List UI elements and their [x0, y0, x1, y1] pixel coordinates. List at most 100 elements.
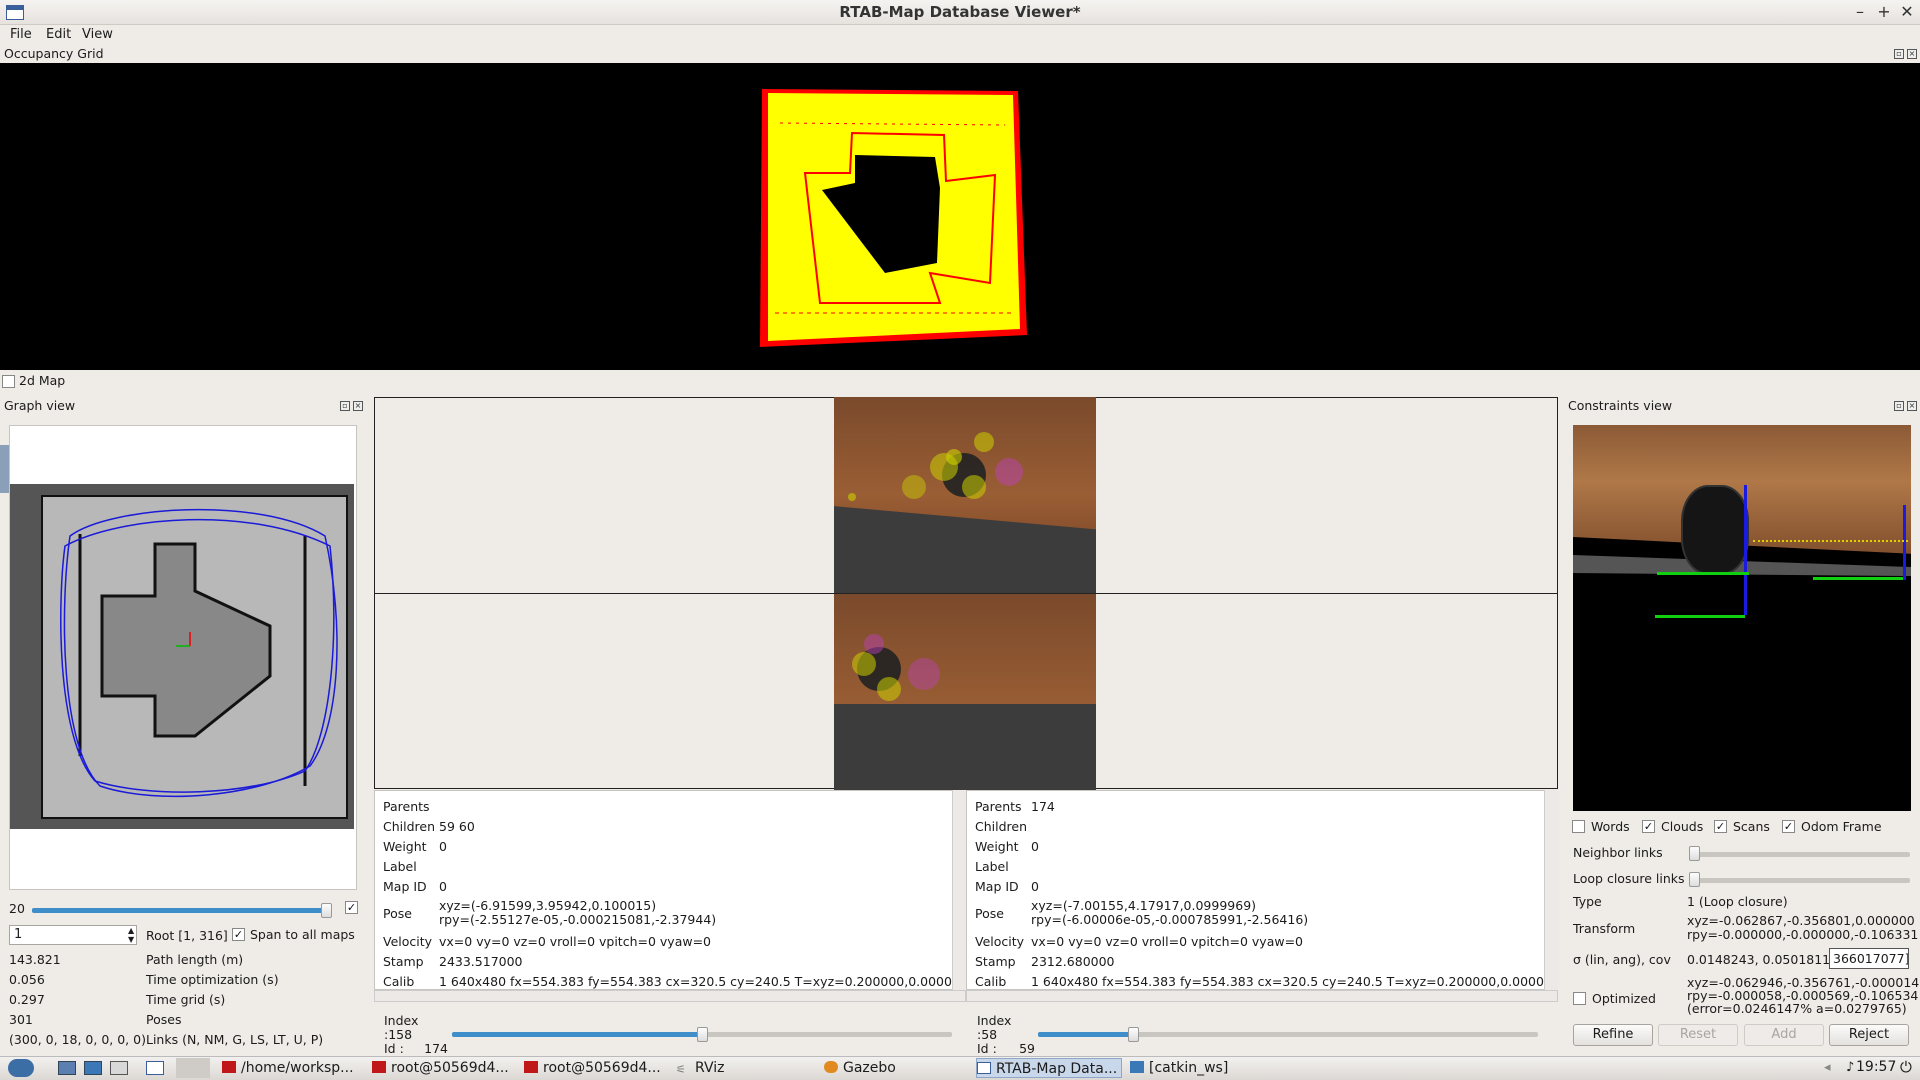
left-info-hscrollbar[interactable] [374, 990, 966, 1002]
graph-view-canvas[interactable] [9, 425, 357, 890]
words-checkbox[interactable] [1572, 820, 1585, 833]
clouds-checkbox[interactable]: ✓ [1642, 820, 1655, 833]
reject-button[interactable]: Reject [1829, 1024, 1909, 1046]
constraints-3d-view[interactable] [1573, 425, 1911, 811]
file-manager-icon[interactable] [58, 1061, 76, 1075]
z-axis-marker [1903, 505, 1906, 580]
optimized-checkbox[interactable] [1573, 992, 1586, 1005]
info-row: Label [975, 859, 1009, 874]
close-dock-icon[interactable]: × [1907, 49, 1917, 59]
info-row: Parents 174 [975, 799, 1055, 814]
info-row: Velocity vx=0 vy=0 vz=0 vroll=0 vpitch=0 … [975, 934, 1304, 949]
graph-slider-handle[interactable] [321, 903, 332, 918]
y-axis-marker [1657, 572, 1749, 575]
covariance-value: 366017077] [1833, 951, 1909, 966]
left-index-labels: Index :158 Id : 174 [384, 1013, 448, 1056]
right-index-labels: Index :58 Id : 59 [977, 1013, 1035, 1056]
pose-values: xyz=(-6.91599,3.95942,0.100015) rpy=(-2.5… [439, 898, 717, 927]
loop-closure-links-handle[interactable] [1689, 872, 1700, 887]
terminal-icon [372, 1061, 386, 1073]
stat-label: Poses [146, 1012, 182, 1027]
info-row: Label [383, 859, 417, 874]
task-gazebo[interactable]: Gazebo [824, 1058, 964, 1078]
right-info-scrollbar[interactable] [1544, 790, 1558, 990]
transform-label: Transform [1573, 921, 1636, 936]
reset-button[interactable]: Reset [1658, 1024, 1738, 1046]
task-file-manager[interactable]: /home/worksp... [222, 1058, 360, 1078]
float-dock-icon[interactable]: ▫ [1894, 49, 1904, 59]
feature-keypoints [852, 634, 940, 701]
span-maps-checkbox[interactable]: ✓ [232, 928, 245, 941]
transform-values: xyz=-0.062867,-0.356801,0.000000 rpy=-0.0… [1687, 913, 1919, 942]
right-index-slider-handle[interactable] [1128, 1027, 1139, 1042]
occupancy-grid-view[interactable] [0, 63, 1920, 370]
spin-arrows-icon[interactable]: ▲ ▼ [128, 926, 134, 944]
covariance-field[interactable]: 366017077] [1829, 948, 1909, 969]
info-row: Map ID 0 [975, 879, 1039, 894]
task-rtabmap[interactable]: RTAB-Map Data... [976, 1058, 1122, 1078]
desktop-icon[interactable] [146, 1061, 164, 1075]
neighbor-links-handle[interactable] [1689, 846, 1700, 861]
right-info-hscrollbar[interactable] [966, 990, 1558, 1002]
root-spin-value: 1 [14, 927, 23, 942]
close-icon[interactable]: ✕ [1897, 2, 1917, 22]
scans-label: Scans [1733, 819, 1770, 834]
pose-values: xyz=(-7.00155,4.17917,0.0999969) rpy=(-6.… [1031, 898, 1309, 927]
y-axis-marker [1813, 577, 1903, 580]
graph-slider-checkbox[interactable]: ✓ [345, 901, 358, 914]
workspace-switcher[interactable] [176, 1058, 210, 1078]
root-label: Root [1, 316] [146, 928, 228, 943]
info-row: Map ID 0 [383, 879, 447, 894]
close-dock-icon[interactable]: × [1907, 401, 1917, 411]
scans-checkbox[interactable]: ✓ [1714, 820, 1727, 833]
stat-label: Time grid (s) [146, 992, 226, 1007]
left-index-slider-handle[interactable] [697, 1027, 708, 1042]
odom-frame-checkbox[interactable]: ✓ [1782, 820, 1795, 833]
task-terminal-1[interactable]: root@50569d4... [372, 1058, 510, 1078]
robot-wheel [1681, 485, 1749, 575]
float-dock-icon[interactable]: ▫ [1894, 401, 1904, 411]
terminal-launcher-icon[interactable] [110, 1061, 128, 1075]
occupancy-grid-map [760, 89, 1027, 347]
left-info-scrollbar[interactable] [952, 790, 966, 990]
menu-edit[interactable]: Edit [46, 25, 71, 45]
float-dock-icon[interactable]: ▫ [340, 401, 350, 411]
task-terminal-2[interactable]: root@50569d4... [524, 1058, 662, 1078]
occupancy-dock-title: Occupancy Grid [4, 46, 104, 61]
image-left-bottom[interactable] [834, 594, 1096, 790]
add-button[interactable]: Add [1744, 1024, 1824, 1046]
sigma-label: σ (lin, ang), cov [1573, 952, 1671, 967]
image-left-top[interactable] [834, 397, 1096, 593]
right-index-slider-fill [1038, 1032, 1133, 1037]
info-row: Stamp 2433.517000 [383, 954, 523, 969]
neighbor-links-slider[interactable] [1690, 852, 1910, 857]
2d-map-checkbox[interactable] [2, 375, 15, 388]
scan-points [1753, 540, 1908, 542]
span-maps-label: Span to all maps [250, 927, 355, 942]
volume-icon[interactable]: ♪ [1846, 1060, 1854, 1075]
close-dock-icon[interactable]: × [353, 401, 363, 411]
node-info-right: Parents 174 Children Weight 0 Label Map ID… [966, 790, 1558, 990]
loop-closure-links-slider[interactable] [1690, 878, 1910, 883]
terminal-icon [222, 1061, 236, 1073]
type-label: Type [1573, 894, 1602, 909]
stat-value: 0.297 [9, 992, 45, 1007]
power-icon[interactable]: ⏻ [1900, 1058, 1912, 1076]
rtabmap-icon [977, 1062, 991, 1074]
browser-icon[interactable] [84, 1061, 102, 1075]
start-menu-icon[interactable] [8, 1059, 34, 1077]
menu-file[interactable]: File [10, 25, 32, 45]
maximize-icon[interactable]: + [1874, 2, 1894, 22]
info-row: Weight 0 [975, 839, 1039, 854]
task-rviz[interactable]: ⚟ RViz [676, 1058, 806, 1078]
tray-arrow-icon[interactable]: ◂ [1824, 1060, 1831, 1075]
gazebo-icon [824, 1061, 838, 1073]
refine-button[interactable]: Refine [1573, 1024, 1653, 1046]
root-spinbox[interactable]: 1 [9, 925, 137, 945]
info-row: Parents [383, 799, 430, 814]
optimized-label: Optimized [1592, 991, 1656, 1006]
menu-view[interactable]: View [82, 25, 113, 45]
stat-value: (300, 0, 18, 0, 0, 0, 0) [9, 1032, 146, 1047]
minimize-icon[interactable]: – [1850, 2, 1870, 22]
task-catkin-ws[interactable]: [catkin_ws] [1130, 1058, 1270, 1078]
